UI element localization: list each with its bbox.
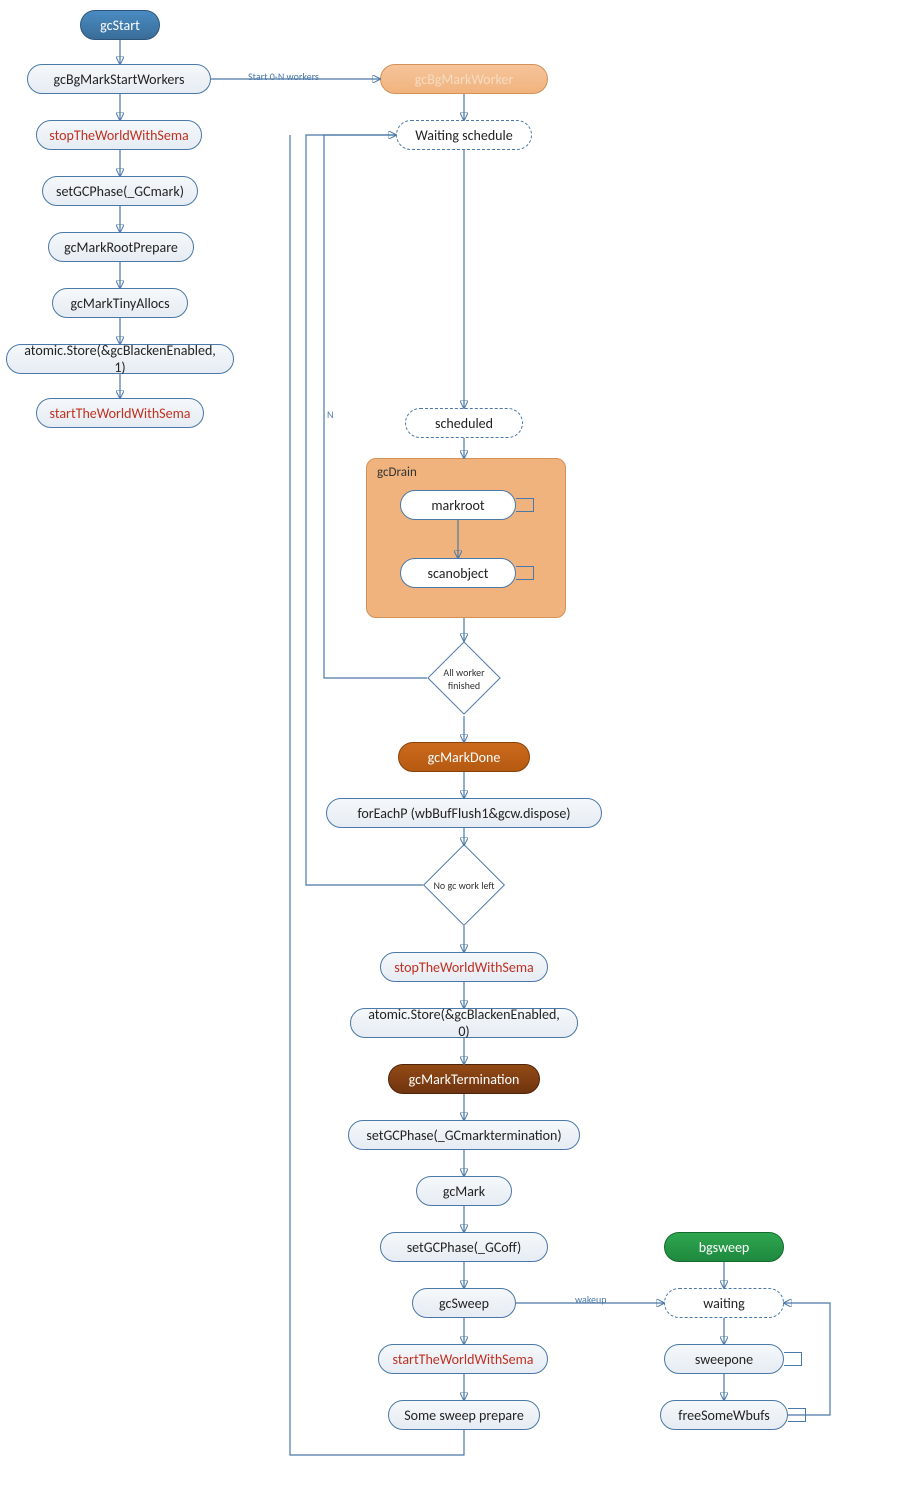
bgsweep-waiting-node: waiting — [664, 1288, 784, 1318]
scanobject-loop-icon — [516, 566, 534, 580]
gcmark-node: gcMark — [416, 1176, 512, 1206]
gcsweep-node: gcSweep — [412, 1288, 516, 1318]
freesomewbufs-loop-icon — [788, 1408, 806, 1422]
stoptheworldwithsema-node: stopTheWorldWithSema — [36, 120, 202, 150]
foreachp-node: forEachP (wbBufFlush1&gcw.dispose) — [326, 798, 602, 828]
gcmarkrootprepare-node: gcMarkRootPrepare — [48, 232, 194, 262]
scanobject-node: scanobject — [400, 558, 516, 588]
wakeup-label: wakeup — [575, 1293, 607, 1306]
scheduled-node: scheduled — [405, 408, 523, 438]
gcmarktinyallocs-node: gcMarkTinyAllocs — [52, 288, 188, 318]
starttheworld2-node: startTheWorldWithSema — [378, 1344, 548, 1374]
sweepone-loop-icon — [784, 1352, 802, 1366]
setgcphase-mark-node: setGCPhase(_GCmark) — [42, 176, 198, 206]
sweep-prepare-node: Some sweep prepare — [388, 1400, 540, 1430]
n-label: N — [327, 408, 333, 421]
atomicstore1-node: atomic.Store(&gcBlackenEnabled, 1) — [6, 344, 234, 374]
waiting-schedule-node: Waiting schedule — [396, 120, 532, 150]
start-workers-label: Start 0-N workers — [248, 70, 319, 83]
sweepone-node: sweepone — [664, 1344, 784, 1374]
markroot-node: markroot — [400, 490, 516, 520]
gcbgmarkstartworkers-node: gcBgMarkStartWorkers — [27, 64, 211, 94]
freesomewbufs-node: freeSomeWbufs — [660, 1400, 788, 1430]
stoptheworld2-node: stopTheWorldWithSema — [380, 952, 548, 982]
gcbgmarkworker-node: gcBgMarkWorker — [380, 64, 548, 94]
gcmarkdone-node: gcMarkDone — [398, 742, 530, 772]
gcstart-node: gcStart — [80, 10, 160, 40]
markroot-loop-icon — [516, 498, 534, 512]
gcmarktermination-node: gcMarkTermination — [388, 1064, 540, 1094]
bgsweep-node: bgsweep — [664, 1232, 784, 1262]
gcdrain-label: gcDrain — [377, 465, 417, 480]
atomicstore0-node: atomic.Store(&gcBlackenEnabled, 0) — [350, 1008, 578, 1038]
gcdrain-group: gcDrain — [366, 458, 566, 618]
nogcworkleft-diamond — [423, 844, 505, 926]
setgcphase-term-node: setGCPhase(_GCmarktermination) — [348, 1120, 580, 1150]
setgcphase-off-node: setGCPhase(_GCoff) — [380, 1232, 548, 1262]
starttheworldwithsema-node: startTheWorldWithSema — [36, 398, 204, 428]
allworker-diamond — [427, 641, 501, 715]
